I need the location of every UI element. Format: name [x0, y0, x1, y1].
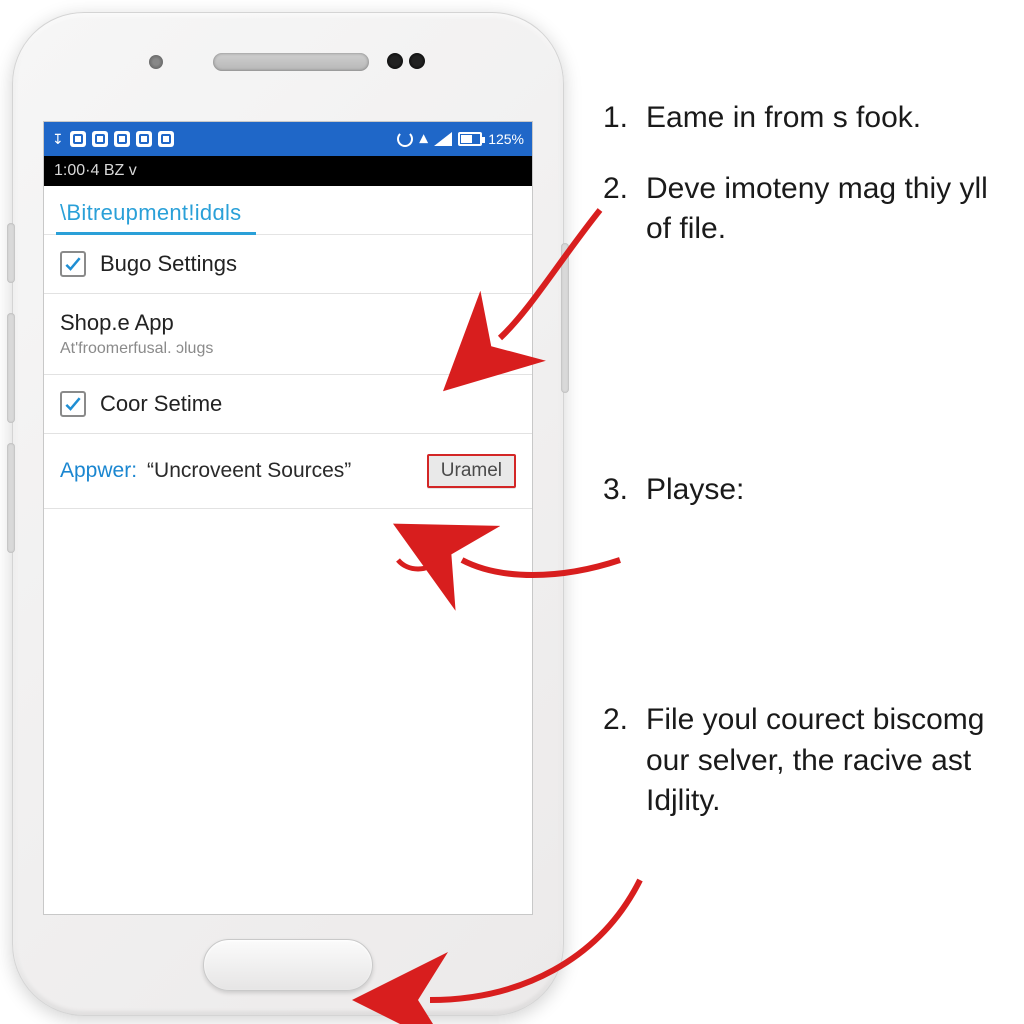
setting-label: Shop.e App: [60, 310, 213, 336]
phone-frame: ↧ 125% 1:00·4 BZ v \Bitreupment!idɑls: [12, 12, 564, 1016]
app-icon: [136, 131, 152, 147]
status-bar: ↧ 125%: [44, 122, 532, 156]
setting-key: Appwer:: [60, 459, 137, 483]
setting-sublabel: At'froomerfusal. ɔlugs: [60, 340, 213, 358]
setting-row-coor[interactable]: Coor Setime: [44, 375, 532, 434]
instruction-step: 2. Deve imoteny mag thiy yll of file.: [596, 169, 1006, 250]
proximity-sensor: [149, 55, 163, 69]
home-button[interactable]: [203, 939, 373, 991]
instruction-step: 2. File youl courect biscomg our selver,…: [596, 700, 1006, 822]
instruction-step: 1. Eame in from s fook.: [596, 98, 1006, 139]
step-number: 1.: [596, 98, 628, 139]
instruction-list: 1. Eame in from s fook. 2. Deve imoteny …: [596, 98, 1006, 852]
step-text: File youl courect biscomg our selver, th…: [646, 700, 1006, 822]
setting-value: “Uncroveent Sources”: [147, 459, 351, 483]
screen: ↧ 125% 1:00·4 BZ v \Bitreupment!idɑls: [43, 121, 533, 915]
checkbox-checked-icon[interactable]: [60, 391, 86, 417]
instruction-step: 3. Playse:: [596, 470, 1006, 511]
secondary-bar: 1:00·4 BZ v: [44, 156, 532, 186]
step-number: 2.: [596, 169, 628, 250]
volume-down-button: [7, 443, 15, 553]
step-text: Playse:: [646, 470, 744, 511]
tab-label: \Bitreupment!idɑls: [60, 200, 242, 225]
doc-icon: [114, 131, 130, 147]
tab-header[interactable]: \Bitreupment!idɑls: [44, 186, 532, 235]
signal-icon: [434, 132, 452, 146]
setting-label: Bugo Settings: [100, 251, 237, 277]
setting-row-bugo[interactable]: Bugo Settings: [44, 235, 532, 294]
earpiece-speaker: [213, 53, 369, 71]
sync-icon: [397, 131, 413, 147]
setting-row-shope[interactable]: Shop.e App At'froomerfusal. ɔlugs: [44, 294, 532, 375]
front-cameras: [387, 53, 425, 69]
settings-app: \Bitreupment!idɑls Bugo Settings Shop.e …: [44, 186, 532, 509]
power-button: [561, 243, 569, 393]
step-text: Eame in from s fook.: [646, 98, 921, 139]
download-icon: ↧: [52, 131, 64, 148]
step-number: 3.: [596, 470, 628, 511]
uramel-button[interactable]: Uramel: [427, 454, 516, 488]
step-text: Deve imoteny mag thiy yll of file.: [646, 169, 1006, 250]
card-icon: [158, 131, 174, 147]
tab-underline: [56, 232, 256, 235]
side-button: [7, 223, 15, 283]
volume-up-button: [7, 313, 15, 423]
checkbox-checked-icon[interactable]: [60, 251, 86, 277]
battery-icon: [458, 132, 482, 146]
battery-percent: 125%: [488, 131, 524, 147]
setting-row-unknown-sources[interactable]: Appwer: “Uncroveent Sources” Uramel: [44, 434, 532, 509]
wifi-icon: [419, 129, 428, 150]
calendar-icon: [92, 131, 108, 147]
setting-label: Coor Setime: [100, 391, 222, 417]
clock-text: 1:00·4 BZ v: [54, 162, 137, 180]
sim-icon: [70, 131, 86, 147]
step-number: 2.: [596, 700, 628, 822]
